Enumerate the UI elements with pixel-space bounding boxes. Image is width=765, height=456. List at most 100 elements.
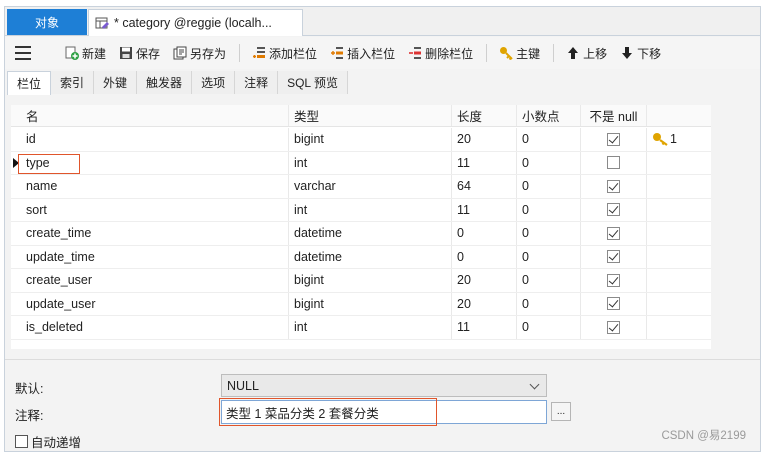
insert-field-button[interactable]: 插入栏位 xyxy=(330,45,395,62)
table-row[interactable]: create_user bigint 20 0 xyxy=(11,269,711,293)
new-button[interactable]: 新建 xyxy=(65,45,106,62)
not-null-checkbox[interactable] xyxy=(607,132,620,146)
not-null-checkbox[interactable] xyxy=(607,250,620,264)
field-name-cell[interactable]: id xyxy=(21,128,289,151)
tab-foreign-keys[interactable]: 外键 xyxy=(94,71,138,94)
field-decimals-cell[interactable]: 0 xyxy=(517,222,581,245)
not-null-cell xyxy=(581,292,647,315)
field-length-cell[interactable]: 11 xyxy=(452,151,517,174)
table-row[interactable]: create_time datetime 0 0 xyxy=(11,222,711,246)
row-indicator xyxy=(11,246,21,269)
key-cell xyxy=(647,222,711,245)
not-null-checkbox[interactable] xyxy=(607,273,620,287)
field-type-cell[interactable]: bigint xyxy=(289,269,452,292)
field-length-cell[interactable]: 20 xyxy=(452,292,517,315)
toolbar-divider xyxy=(553,44,555,62)
not-null-checkbox[interactable] xyxy=(607,156,620,170)
move-down-button[interactable]: 下移 xyxy=(620,45,661,62)
field-type-cell[interactable]: datetime xyxy=(289,245,452,268)
field-length-cell[interactable]: 0 xyxy=(452,245,517,268)
table-row[interactable]: id bigint 20 0 1 xyxy=(11,128,711,152)
not-null-checkbox[interactable] xyxy=(607,226,620,240)
not-null-checkbox[interactable] xyxy=(607,320,620,334)
add-field-icon xyxy=(252,46,266,60)
not-null-cell xyxy=(581,269,647,292)
header-key xyxy=(647,105,711,126)
save-as-button[interactable]: 另存为 xyxy=(173,45,226,62)
save-icon xyxy=(119,46,133,60)
field-decimals-cell[interactable]: 0 xyxy=(517,151,581,174)
table-row[interactable]: type int 11 0 xyxy=(11,151,711,175)
field-decimals-cell[interactable]: 0 xyxy=(517,128,581,151)
field-name-cell[interactable]: sort xyxy=(21,198,289,221)
tab-comment[interactable]: 注释 xyxy=(235,71,279,94)
not-null-checkbox[interactable] xyxy=(607,297,620,311)
row-indicator xyxy=(11,222,21,245)
table-row[interactable]: name varchar 64 0 xyxy=(11,175,711,199)
field-name-cell[interactable]: is_deleted xyxy=(21,316,289,339)
table-row[interactable]: update_time datetime 0 0 xyxy=(11,245,711,269)
comment-label: 注释: xyxy=(15,409,44,423)
field-decimals-cell[interactable]: 0 xyxy=(517,175,581,198)
field-decimals-cell[interactable]: 0 xyxy=(517,245,581,268)
field-type-cell[interactable]: int xyxy=(289,316,452,339)
key-order: 1 xyxy=(670,132,677,147)
field-length-cell[interactable]: 11 xyxy=(452,316,517,339)
menu-icon[interactable] xyxy=(15,46,31,60)
key-icon xyxy=(653,133,668,147)
field-length-cell[interactable]: 20 xyxy=(452,269,517,292)
header-type[interactable]: 类型 xyxy=(289,105,452,126)
field-length-cell[interactable]: 20 xyxy=(452,128,517,151)
field-decimals-cell[interactable]: 0 xyxy=(517,292,581,315)
field-name-cell[interactable]: update_time xyxy=(21,245,289,268)
tab-objects[interactable]: 对象 xyxy=(7,9,87,35)
field-decimals-cell[interactable]: 0 xyxy=(517,269,581,292)
field-type-cell[interactable]: bigint xyxy=(289,292,452,315)
header-name[interactable]: 名 xyxy=(21,105,289,126)
field-type-cell[interactable]: bigint xyxy=(289,128,452,151)
field-decimals-cell[interactable]: 0 xyxy=(517,316,581,339)
row-indicator xyxy=(11,316,21,339)
save-button[interactable]: 保存 xyxy=(119,45,160,62)
field-name-cell[interactable]: create_time xyxy=(21,222,289,245)
field-name-cell[interactable]: update_user xyxy=(21,292,289,315)
header-length[interactable]: 长度 xyxy=(452,105,517,126)
tab-sql-preview[interactable]: SQL 预览 xyxy=(278,71,348,94)
field-length-cell[interactable]: 11 xyxy=(452,198,517,221)
key-cell xyxy=(647,246,711,269)
field-properties: 默认: NULL 注释: 类型 1 菜品分类 2 套餐分类 ... 自动递增 C… xyxy=(5,359,760,451)
move-up-button[interactable]: 上移 xyxy=(566,45,607,62)
delete-field-button[interactable]: 删除栏位 xyxy=(408,45,473,62)
table-row[interactable]: is_deleted int 11 0 xyxy=(11,316,711,340)
tab-fields[interactable]: 栏位 xyxy=(7,71,52,95)
field-length-cell[interactable]: 64 xyxy=(452,175,517,198)
field-decimals-cell[interactable]: 0 xyxy=(517,198,581,221)
key-cell xyxy=(647,293,711,316)
tab-indexes[interactable]: 索引 xyxy=(51,71,95,94)
primary-key-label: 主键 xyxy=(516,46,541,61)
field-type-cell[interactable]: datetime xyxy=(289,222,452,245)
table-row[interactable]: update_user bigint 20 0 xyxy=(11,292,711,316)
field-type-cell[interactable]: int xyxy=(289,198,452,221)
tab-options[interactable]: 选项 xyxy=(192,71,236,94)
field-name-cell[interactable]: create_user xyxy=(21,269,289,292)
primary-key-button[interactable]: 主键 xyxy=(499,45,540,62)
not-null-checkbox[interactable] xyxy=(607,179,620,193)
save-label: 保存 xyxy=(136,46,161,61)
default-select[interactable]: NULL xyxy=(221,374,547,397)
field-type-cell[interactable]: varchar xyxy=(289,175,452,198)
not-null-checkbox[interactable] xyxy=(607,203,620,217)
tab-triggers[interactable]: 触发器 xyxy=(137,71,193,94)
field-length-cell[interactable]: 0 xyxy=(452,222,517,245)
header-not-null[interactable]: 不是 null xyxy=(581,105,647,126)
comment-more-button[interactable]: ... xyxy=(551,402,571,421)
tab-bar: 对象 * category @reggie (localh... xyxy=(5,7,760,36)
field-name-cell[interactable]: name xyxy=(21,175,289,198)
add-field-button[interactable]: 添加栏位 xyxy=(252,45,317,62)
tab-category-design[interactable]: * category @reggie (localh... xyxy=(88,9,303,36)
auto-increment-option[interactable]: 自动递增 xyxy=(15,432,81,451)
field-type-cell[interactable]: int xyxy=(289,151,452,174)
header-decimals[interactable]: 小数点 xyxy=(517,105,581,126)
auto-increment-checkbox[interactable] xyxy=(15,435,28,448)
table-row[interactable]: sort int 11 0 xyxy=(11,198,711,222)
